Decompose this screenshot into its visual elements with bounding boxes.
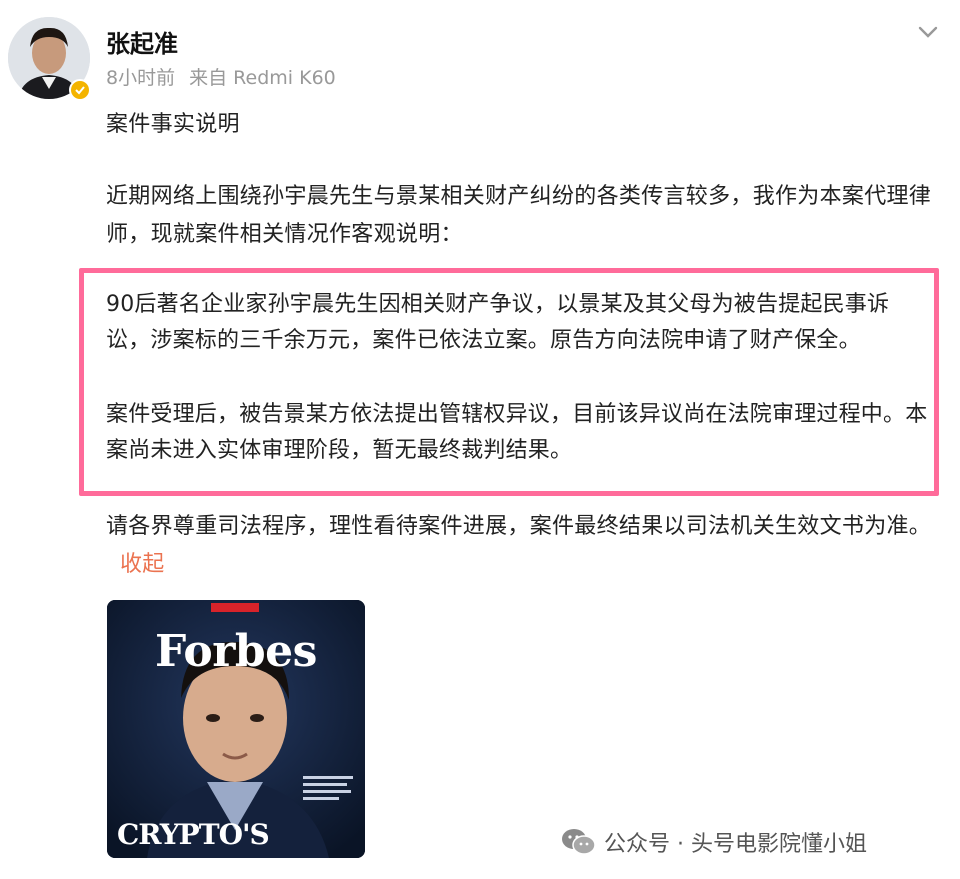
post-image[interactable]: Forbes CRYPTO'S — [107, 600, 365, 858]
cover-tag — [211, 603, 259, 612]
verified-badge-icon — [69, 79, 91, 101]
cover-headline: CRYPTO'S — [117, 818, 270, 851]
post-title: 案件事实说明 — [106, 112, 240, 137]
post-meta: 8小时前 来自 Redmi K60 — [106, 63, 336, 90]
post-intro: 近期网络上围绕孙宇晨先生与景某相关财产纠纷的各类传言较多，我作为本案代理律师，现… — [106, 184, 932, 247]
watermark-text: 公众号 · 头号电影院懂小姐 — [604, 832, 867, 857]
author-name[interactable]: 张起准 — [106, 24, 178, 59]
cover-brand: Forbes — [155, 626, 317, 677]
highlight-paragraph-1: 90后著名企业家孙宇晨先生因相关财产争议，以景某及其父母为被告提起民事诉讼，涉案… — [106, 292, 890, 353]
watermark: 公众号 · 头号电影院懂小姐 — [560, 822, 867, 862]
post-time: 8小时前 — [106, 67, 176, 89]
chevron-down-icon[interactable] — [914, 20, 942, 44]
wechat-icon — [562, 829, 596, 855]
closing-text: 请各界尊重司法程序，理性看待案件进展，案件最终结果以司法机关生效文书为准。 — [106, 514, 932, 539]
highlight-paragraph-2: 案件受理后，被告景某方依法提出管辖权异议，目前该异议尚在法院审理过程中。本案尚未… — [106, 402, 928, 463]
post-source: 来自 Redmi K60 — [189, 67, 336, 89]
collapse-link[interactable]: 收起 — [120, 552, 165, 577]
post-closing: 请各界尊重司法程序，理性看待案件进展，案件最终结果以司法机关生效文书为准。收起 — [106, 508, 946, 584]
weibo-post: 张起准 8小时前 来自 Redmi K60 案件事实说明 近期网络上围绕孙宇晨先… — [0, 0, 960, 879]
